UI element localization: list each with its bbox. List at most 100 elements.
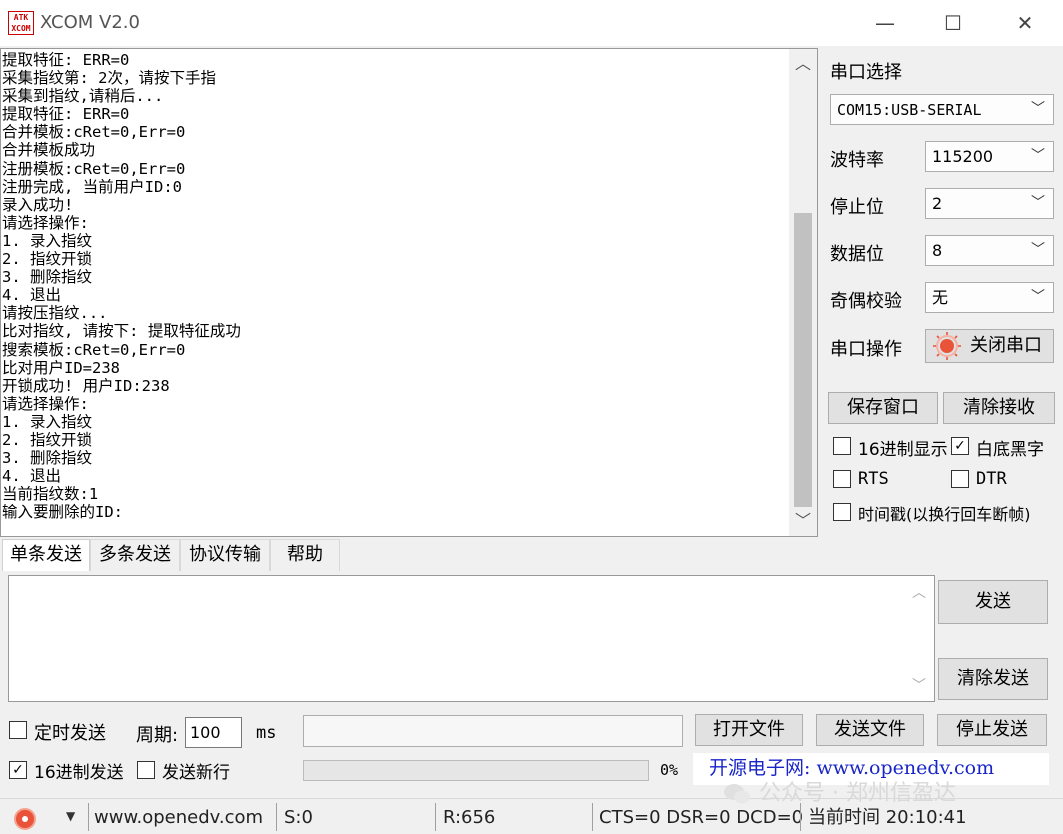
receive-line: 录入成功! bbox=[2, 195, 74, 214]
scroll-up-icon[interactable]: ︿ bbox=[912, 582, 926, 602]
receive-line: 4. 退出 bbox=[2, 286, 61, 305]
parity-select[interactable]: 无 ﹀ bbox=[925, 282, 1054, 313]
port-operation-label: 串口操作 bbox=[830, 339, 902, 360]
dropdown-arrow-icon[interactable]: ▼ bbox=[66, 809, 75, 823]
parity-label: 奇偶校验 bbox=[830, 291, 902, 312]
tab-protocol[interactable]: 协议传输 bbox=[180, 539, 270, 571]
receive-line: 请按压指纹... bbox=[2, 304, 108, 323]
receive-line: 3. 删除指纹 bbox=[2, 449, 92, 468]
received-count[interactable]: R:656 bbox=[443, 803, 495, 833]
dtr-label: DTR bbox=[976, 469, 1007, 489]
receive-line: 1. 录入指纹 bbox=[2, 412, 92, 431]
receive-lines: 提取特征: ERR=0 采集指纹第: 2次，请按下手指 采集到指纹,请稍后... 提取… bbox=[2, 51, 782, 521]
port-value: COM15:USB-SERIAL bbox=[837, 101, 982, 119]
stop-send-button[interactable]: 停止发送 bbox=[937, 714, 1047, 746]
wechat-watermark-text: 公众号 · 郑州信盈达 bbox=[759, 781, 956, 806]
stop-bits-value: 2 bbox=[932, 194, 943, 213]
rts-label: RTS bbox=[858, 469, 889, 489]
receive-textarea[interactable]: 提取特征: ERR=0 采集指纹第: 2次，请按下手指 采集到指纹,请稍后... 提取… bbox=[0, 48, 818, 537]
send-button[interactable]: 发送 bbox=[938, 580, 1048, 624]
scroll-down-icon[interactable]: ﹀ bbox=[912, 675, 926, 695]
period-input[interactable]: 100 bbox=[185, 717, 242, 748]
sent-count: S:0 bbox=[284, 807, 313, 828]
data-bits-label: 数据位 bbox=[830, 244, 884, 265]
receive-line: 采集到指纹,请稍后... bbox=[2, 87, 164, 106]
wechat-watermark: 公众号 · 郑州信盈达 bbox=[722, 778, 956, 810]
send-textarea[interactable]: ︿ ﹀ bbox=[8, 575, 935, 702]
timestamp-checkbox[interactable] bbox=[833, 503, 851, 521]
scroll-thumb[interactable] bbox=[794, 213, 812, 507]
receive-line: 3. 删除指纹 bbox=[2, 268, 92, 287]
white-black-checkbox[interactable]: ✓ bbox=[951, 437, 969, 455]
receive-line: 2. 指纹开锁 bbox=[2, 430, 92, 449]
open-file-button[interactable]: 打开文件 bbox=[695, 714, 803, 746]
hex-display-label: 16进制显示 bbox=[858, 440, 948, 460]
receive-line: 注册完成, 当前用户ID:0 bbox=[2, 177, 182, 196]
window-title: XCOM V2.0 bbox=[40, 12, 140, 33]
stop-bits-label: 停止位 bbox=[830, 197, 884, 218]
maximize-button[interactable]: ☐ bbox=[918, 0, 988, 46]
receive-line: 4. 退出 bbox=[2, 467, 61, 486]
clear-receive-button[interactable]: 清除接收 bbox=[943, 392, 1055, 424]
timed-send-label: 定时发送 bbox=[34, 723, 106, 744]
scroll-up-icon[interactable]: ︿ bbox=[789, 51, 817, 77]
baud-label: 波特率 bbox=[830, 150, 884, 171]
hex-send-checkbox[interactable]: ✓ bbox=[9, 761, 27, 779]
settings-icon[interactable] bbox=[14, 808, 36, 830]
file-path-input[interactable] bbox=[303, 715, 683, 747]
progress-percent: 0% bbox=[660, 761, 679, 779]
period-label: 周期: bbox=[136, 725, 179, 746]
receive-line: 提取特征: ERR=0 bbox=[2, 51, 130, 69]
hex-display-checkbox[interactable] bbox=[833, 437, 851, 455]
tab-single-send[interactable]: 单条发送 bbox=[2, 539, 90, 571]
receive-scrollbar[interactable]: ︿ ﹀ bbox=[789, 49, 817, 536]
status-separator bbox=[435, 803, 436, 831]
receive-line: 当前指纹数:1 bbox=[2, 485, 99, 504]
port-select[interactable]: COM15:USB-SERIAL ﹀ bbox=[830, 94, 1054, 125]
close-port-label: 关闭串口 bbox=[970, 335, 1042, 356]
new-line-checkbox[interactable] bbox=[137, 761, 155, 779]
send-file-button[interactable]: 发送文件 bbox=[816, 714, 924, 746]
hex-send-label: 16进制发送 bbox=[34, 763, 124, 783]
site-link[interactable]: www.openedv.com bbox=[94, 803, 263, 833]
period-unit: ms bbox=[256, 723, 277, 743]
baud-value: 115200 bbox=[932, 147, 994, 166]
dtr-checkbox[interactable] bbox=[951, 470, 969, 488]
receive-line: 比对用户ID=238 bbox=[2, 358, 120, 377]
receive-line: 开锁成功! 用户ID:238 bbox=[2, 376, 170, 395]
tab-multi-send[interactable]: 多条发送 bbox=[90, 539, 180, 571]
data-bits-select[interactable]: 8 ﹀ bbox=[925, 235, 1054, 266]
stop-bits-select[interactable]: 2 ﹀ bbox=[925, 188, 1054, 219]
receive-line: 提取特征: ERR=0 bbox=[2, 105, 130, 124]
receive-line: 1. 录入指纹 bbox=[2, 231, 92, 250]
parity-value: 无 bbox=[932, 288, 949, 307]
chevron-down-icon: ﹀ bbox=[1031, 289, 1045, 305]
close-button[interactable]: ✕ bbox=[990, 0, 1060, 46]
receive-line: 采集指纹第: 2次，请按下手指 bbox=[2, 69, 216, 88]
timed-send-checkbox[interactable] bbox=[9, 721, 27, 739]
close-port-button[interactable]: 关闭串口 bbox=[925, 329, 1054, 363]
clear-send-button[interactable]: 清除发送 bbox=[938, 658, 1048, 700]
tab-help[interactable]: 帮助 bbox=[270, 539, 340, 571]
save-window-button[interactable]: 保存窗口 bbox=[828, 392, 938, 424]
chevron-down-icon: ﹀ bbox=[1031, 195, 1045, 211]
receive-line: 2. 指纹开锁 bbox=[2, 250, 92, 269]
baud-select[interactable]: 115200 ﹀ bbox=[925, 141, 1054, 172]
data-bits-value: 8 bbox=[932, 241, 943, 260]
rts-checkbox[interactable] bbox=[833, 470, 851, 488]
receive-line: 请选择操作: bbox=[2, 213, 89, 232]
title-bar: ATK XCOM XCOM V2.0 — ☐ ✕ bbox=[0, 0, 1063, 46]
scroll-down-icon[interactable]: ﹀ bbox=[789, 508, 817, 534]
minimize-button[interactable]: — bbox=[850, 0, 920, 46]
led-icon bbox=[933, 332, 961, 360]
app-logo-icon: ATK XCOM bbox=[8, 11, 34, 35]
new-line-label: 发送新行 bbox=[162, 763, 230, 783]
port-select-label: 串口选择 bbox=[830, 62, 902, 83]
serial-settings-panel: 串口选择 COM15:USB-SERIAL ﹀ 波特率 115200 ﹀ 停止位… bbox=[820, 46, 1063, 536]
wechat-icon bbox=[724, 784, 750, 804]
status-separator bbox=[88, 803, 89, 831]
chevron-down-icon: ﹀ bbox=[1031, 101, 1045, 117]
receive-line: 比对指纹, 请按下: 提取特征成功 bbox=[2, 322, 241, 341]
send-progress-bar bbox=[303, 760, 649, 781]
receive-line: 请选择操作: bbox=[2, 394, 89, 413]
